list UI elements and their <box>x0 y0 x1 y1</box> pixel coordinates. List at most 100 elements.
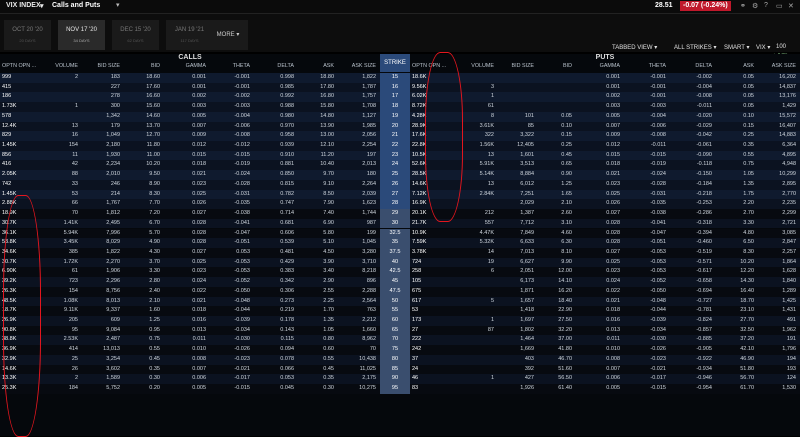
put-cell[interactable]: 0.45 <box>536 151 572 161</box>
put-cell[interactable]: 0.75 <box>714 160 754 170</box>
settings-icon[interactable]: ⚙ <box>752 2 758 10</box>
put-cell[interactable]: 0.90 <box>536 170 572 180</box>
put-cell[interactable]: 27.50 <box>536 316 572 326</box>
put-cell[interactable]: 37.00 <box>536 335 572 345</box>
title-dropdown-icon[interactable]: ▾ <box>116 1 120 9</box>
put-cell[interactable]: 0.05 <box>714 83 754 93</box>
put-cell[interactable] <box>536 83 572 93</box>
call-cell[interactable]: 10.20 <box>122 160 160 170</box>
chain-row[interactable]: 999 2 183 18.60 0.001 -0.001 0.998 18.80 1,822 15… <box>0 73 800 83</box>
chain-row[interactable]: 14.6K 26 3,602 0.35 0.007 -0.021 0.066 0.45 11,0… <box>0 364 800 375</box>
put-cell[interactable]: 32.20 <box>536 326 572 336</box>
chain-row[interactable]: 416 42 2,234 10.20 0.018 -0.019 0.881 10.40 2,01… <box>0 160 800 171</box>
chain-row[interactable]: 415 227 17.60 0.001 -0.001 0.985 17.80 1,787 16 9… <box>0 82 800 93</box>
quantity-field[interactable]: 100 <box>776 44 786 50</box>
call-cell[interactable]: 3.40 <box>298 267 334 277</box>
put-cell[interactable]: 0.05 <box>714 92 754 102</box>
put-cell[interactable]: 0.25 <box>714 131 754 141</box>
put-cell[interactable] <box>536 73 572 83</box>
put-cell[interactable]: 14.10 <box>536 277 572 287</box>
chain-row[interactable]: 38.8K 2.53K 2,487 0.75 0.011 -0.030 0.115 0.80 8… <box>0 335 800 346</box>
call-cell[interactable]: 0.20 <box>122 384 160 394</box>
chain-row[interactable]: 30.7K 1.41K 2,495 6.70 0.028 -0.041 0.681 6.90 9… <box>0 218 800 229</box>
call-cell[interactable]: 0.55 <box>298 355 334 365</box>
put-cell[interactable]: 18.40 <box>536 297 572 307</box>
chain-row[interactable]: 36.1K 5.94K 7,996 5.70 0.028 -0.047 0.606 5.80 1… <box>0 228 800 239</box>
call-cell[interactable]: 2.10 <box>122 297 160 307</box>
chain-row[interactable]: 30.7K 1.72K 2,270 3.70 0.025 -0.053 0.429 3.90 3… <box>0 257 800 268</box>
call-cell[interactable]: 2.25 <box>298 297 334 307</box>
chain-row[interactable]: 2.05K 88 2,010 9.50 0.021 -0.024 0.850 9.70 180 2… <box>0 170 800 180</box>
put-cell[interactable]: 0.25 <box>536 141 572 151</box>
call-cell[interactable]: 0.35 <box>122 365 160 375</box>
put-cell[interactable]: 41.80 <box>536 345 572 355</box>
call-cell[interactable]: 12.10 <box>298 141 334 151</box>
tab-more[interactable]: MORE ▾ <box>208 20 248 50</box>
tab-jan-19[interactable]: JAN 19 '21 117 DAYS <box>166 20 213 50</box>
put-cell[interactable]: 22.90 <box>536 306 572 316</box>
put-cell[interactable]: 0.65 <box>536 160 572 170</box>
call-cell[interactable]: 0.45 <box>298 365 334 375</box>
call-cell[interactable]: 14.80 <box>298 112 334 122</box>
call-cell[interactable]: 1.60 <box>122 306 160 316</box>
put-cell[interactable]: 46.70 <box>536 355 572 365</box>
call-cell[interactable]: 5.70 <box>122 229 160 239</box>
call-cell[interactable]: 0.55 <box>122 345 160 355</box>
call-cell[interactable]: 7.40 <box>298 209 334 219</box>
put-cell[interactable]: 1.75 <box>714 190 754 200</box>
call-cell[interactable]: 5.10 <box>298 238 334 248</box>
chain-row[interactable]: 856 11 1,930 11.00 0.015 -0.015 0.910 11.20 197 2… <box>0 150 800 161</box>
chain-row[interactable]: 1.73K 1 300 15.60 0.003 -0.003 0.988 15.80 1,708… <box>0 102 800 112</box>
put-cell[interactable]: 56.70 <box>714 374 754 384</box>
call-cell[interactable]: 7.20 <box>122 209 160 219</box>
calls-col-header[interactable]: GAMMA <box>164 63 206 72</box>
chain-row[interactable]: 578 1,342 14.60 0.005 -0.004 0.980 14.80 1,127 1… <box>0 111 800 122</box>
chain-row[interactable]: 12.4K 13 179 13.70 0.007 -0.006 0.970 13.90 1,98… <box>0 121 800 132</box>
call-cell[interactable]: 15.80 <box>298 102 334 112</box>
tab-dec-15[interactable]: DEC 15 '20 62 DAYS <box>112 20 159 50</box>
chain-row[interactable]: 26.9K 205 609 1.25 0.016 -0.039 0.178 1.35 2,212… <box>0 316 800 326</box>
put-cell[interactable]: 0.55 <box>714 151 754 161</box>
puts-col-header[interactable]: VOLUME <box>456 63 494 72</box>
chain-row[interactable]: 186 278 16.60 0.002 -0.002 0.992 16.80 1,757 17 6… <box>0 92 800 103</box>
chain-row[interactable]: 26.3K 154 8,756 2.40 0.022 -0.050 0.306 2.55 2,2… <box>0 286 800 297</box>
call-cell[interactable]: 1.35 <box>298 316 334 326</box>
call-cell[interactable]: 17.80 <box>298 83 334 93</box>
call-cell[interactable]: 11.80 <box>122 141 160 151</box>
puts-col-header[interactable]: BID <box>536 63 572 72</box>
call-cell[interactable]: 13.90 <box>298 122 334 132</box>
call-cell[interactable]: 4.50 <box>298 248 334 258</box>
put-cell[interactable]: 12.00 <box>536 267 572 277</box>
call-cell[interactable]: 13.00 <box>298 131 334 141</box>
puts-col-header[interactable]: ASK <box>714 63 754 72</box>
call-cell[interactable]: 9.70 <box>298 170 334 180</box>
put-cell[interactable]: 51.60 <box>536 365 572 375</box>
put-cell[interactable]: 8.10 <box>536 248 572 258</box>
calls-col-header[interactable]: ASK SIZE <box>338 63 376 72</box>
call-cell[interactable]: 3.30 <box>122 267 160 277</box>
put-cell[interactable]: 18.70 <box>714 297 754 307</box>
put-cell[interactable]: 37.20 <box>714 335 754 345</box>
call-cell[interactable]: 12.70 <box>122 131 160 141</box>
chain-row[interactable]: 829 16 1,049 12.70 0.009 -0.008 0.958 13.00 2,05… <box>0 131 800 141</box>
put-cell[interactable]: 2.60 <box>536 209 572 219</box>
call-cell[interactable]: 11.20 <box>298 151 334 161</box>
puts-col-header[interactable]: THETA <box>622 63 666 72</box>
tab-nov-17[interactable]: NOV 17 '20 34 DAYS <box>58 20 105 50</box>
tab-oct-20[interactable]: OCT 20 '20 20 DAYS <box>4 20 51 50</box>
put-cell[interactable]: 6.30 <box>536 238 572 248</box>
chain-row[interactable]: 25.3K 184 5,752 0.20 0.005 -0.015 0.045 0.30 10,… <box>0 384 800 394</box>
put-cell[interactable]: 56.50 <box>536 374 572 384</box>
close-icon[interactable]: ✕ <box>788 2 794 10</box>
call-cell[interactable]: 6.70 <box>122 219 160 229</box>
put-cell[interactable]: 32.50 <box>714 326 754 336</box>
calls-col-header[interactable]: BID <box>122 63 160 72</box>
put-cell[interactable]: 0.15 <box>536 131 572 141</box>
puts-col-header[interactable]: DELTA <box>668 63 712 72</box>
call-cell[interactable]: 0.60 <box>298 345 334 355</box>
chain-row[interactable]: 48.5K 1.08K 8,013 2.10 0.021 -0.048 0.273 2.25 2… <box>0 296 800 307</box>
chain-row[interactable]: 6.90K 61 1,906 3.30 0.023 -0.053 0.383 3.40 8,21… <box>0 267 800 278</box>
call-cell[interactable]: 8.30 <box>122 190 160 200</box>
tabbed-view-select[interactable]: TABBED VIEW ▾ <box>612 44 657 51</box>
chain-row[interactable]: 742 33 246 8.90 0.023 -0.028 0.815 9.10 2,264 26 1… <box>0 179 800 190</box>
